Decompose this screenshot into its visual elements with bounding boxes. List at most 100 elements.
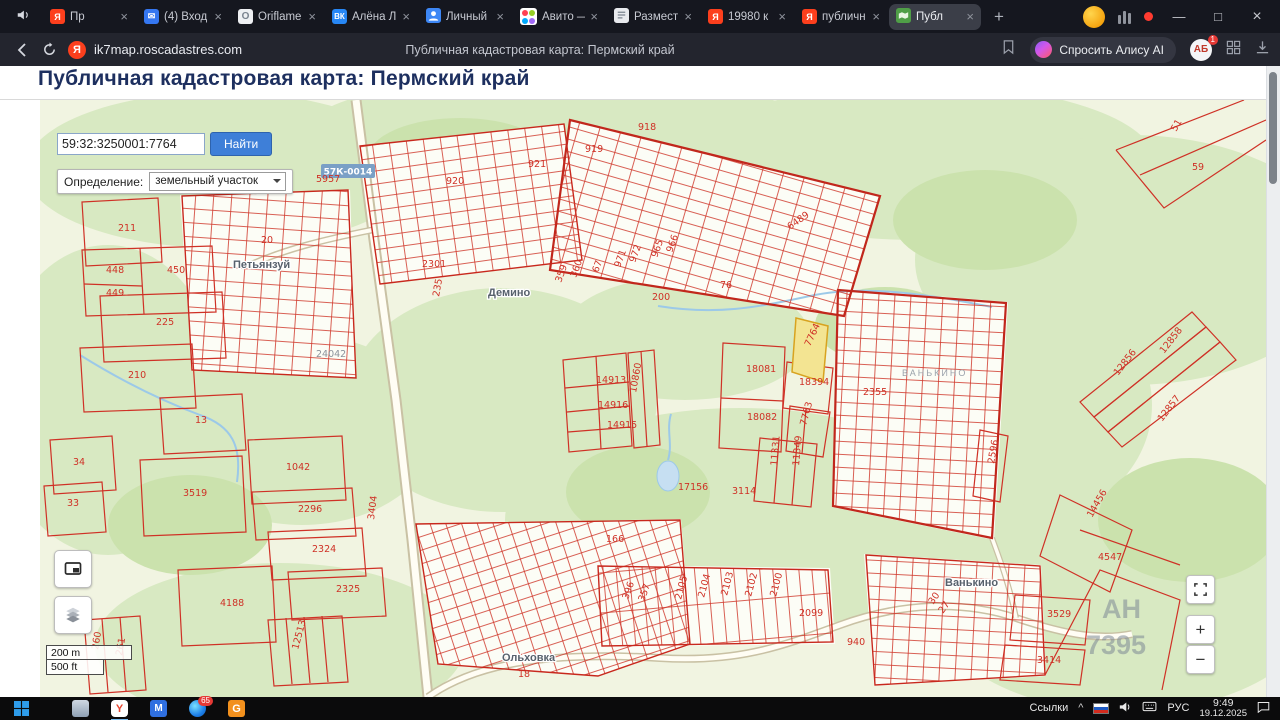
page-title: Публичная кадастровая карта: Пермский кр… (38, 67, 1266, 91)
cadastral-map[interactable]: 57К-0014 9189199219205957230123564893593… (40, 100, 1266, 697)
back-icon[interactable] (10, 37, 36, 63)
tray-date: 19.12.2025 (1199, 709, 1247, 720)
parcel-label: 211 (118, 223, 136, 234)
tab-close-icon[interactable]: × (496, 10, 504, 23)
tray-clock[interactable]: 9:49 19.12.2025 (1199, 697, 1247, 720)
tray-language[interactable]: РУС (1167, 702, 1189, 714)
tab-title: Личный (446, 11, 491, 23)
browser-tab[interactable]: ✉(4) Вход× (137, 4, 229, 30)
start-button[interactable] (6, 701, 36, 716)
zoom-in-button[interactable]: + (1186, 615, 1215, 644)
browser-tab[interactable]: ВКАлёна Л× (325, 4, 417, 30)
definition-label: Определение: (64, 175, 143, 189)
tab-close-icon[interactable]: × (402, 10, 410, 23)
yandex-icon: Я (802, 9, 817, 24)
parcel-label: 14913 (596, 375, 626, 386)
taskbar-apps: Y М 65 G (72, 700, 245, 717)
scrollbar-thumb[interactable] (1269, 72, 1277, 184)
ru-flag-icon[interactable] (1093, 703, 1109, 714)
download-icon[interactable] (1255, 40, 1270, 60)
browser-tab[interactable]: Размест × (607, 4, 699, 30)
parcel-label: 13 (195, 415, 207, 426)
browser-tab[interactable]: Я 19980 к × (701, 4, 793, 30)
bookmark-icon[interactable] (1001, 39, 1016, 60)
page-scrollbar[interactable] (1266, 66, 1280, 697)
parcel-label: 3519 (183, 488, 207, 499)
keyboard-icon[interactable] (1142, 701, 1157, 715)
place-label: ВАНЬКИНО (902, 368, 967, 378)
tray-chevron-icon[interactable]: ^ (1078, 702, 1083, 714)
watermark-text: 7395 (1086, 630, 1146, 660)
tab-close-icon[interactable]: × (966, 10, 974, 23)
find-button[interactable]: Найти (210, 132, 272, 156)
taskbar-app-app-orange[interactable]: G (228, 700, 245, 717)
tab-title: 19980 к (728, 11, 773, 23)
profile-avatar[interactable]: АБ 1 (1190, 39, 1212, 61)
avito-icon (520, 8, 537, 25)
parcel-label: 4188 (220, 598, 244, 609)
tab-close-icon[interactable]: × (590, 10, 598, 23)
fullscreen-button[interactable] (1186, 575, 1215, 604)
map-icon (896, 8, 911, 26)
layers-button[interactable] (54, 596, 92, 634)
refresh-icon[interactable] (36, 37, 62, 63)
yandex-icon: Я (708, 9, 723, 24)
browser-tab[interactable]: Я Пр × (43, 4, 135, 30)
taskbar-app-app-blue[interactable]: М (150, 700, 167, 717)
alice-label: Спросить Алису AI (1059, 43, 1164, 57)
taskbar-app-app-round[interactable]: 65 (189, 700, 206, 717)
tab-title: Авито — (542, 11, 585, 23)
tab-close-icon[interactable]: × (214, 10, 222, 23)
yandex-icon: Я (50, 9, 65, 24)
cadastral-search-input[interactable] (57, 133, 205, 155)
new-tab-button[interactable]: + (986, 4, 1012, 30)
definition-select[interactable]: земельный участок (149, 172, 286, 191)
tab-close-icon[interactable]: × (778, 10, 786, 23)
tab-title: Пр (70, 11, 115, 23)
zoom-out-button[interactable]: − (1186, 645, 1215, 674)
browser-tab[interactable]: Личный × (419, 4, 511, 30)
alice-button[interactable]: Спросить Алису AI (1030, 37, 1176, 63)
parcel-label: 3529 (1047, 609, 1071, 620)
address-bar: Я ik7map.roscadastres.com Публичная када… (0, 33, 1280, 66)
tab-close-icon[interactable]: × (684, 10, 692, 23)
browser-tab[interactable]: Публ × (889, 4, 981, 30)
oriflame-icon: O (238, 9, 253, 24)
browser-tab[interactable]: OOriflame× (231, 4, 323, 30)
parcel-label: 2301 (422, 259, 446, 270)
url-text[interactable]: ik7map.roscadastres.com (94, 42, 242, 57)
tab-title: Размест (634, 11, 679, 23)
parcel-label: 940 (847, 637, 865, 648)
parcel-label: 14916 (598, 400, 628, 411)
profile-initials: АБ (1194, 44, 1208, 55)
tab-title: Публ (916, 11, 961, 23)
parcel-label: 2099 (799, 608, 823, 619)
close-button[interactable]: × (1244, 8, 1270, 26)
volume-icon[interactable] (1119, 701, 1132, 716)
sidebar-panels-icon[interactable] (1118, 10, 1131, 24)
maximize-button[interactable]: □ (1205, 9, 1231, 24)
user-avatar[interactable] (1083, 6, 1105, 28)
tray-links-label[interactable]: Ссылки (1030, 702, 1069, 714)
minimize-button[interactable]: — (1166, 9, 1192, 24)
parcel-label: 918 (638, 122, 656, 133)
taskbar-app-yandex-browser[interactable]: Y (111, 700, 128, 717)
parcel-label: 18081 (746, 364, 776, 375)
browser-tab[interactable] (5, 4, 41, 30)
action-center-icon[interactable] (1257, 701, 1270, 716)
taskbar-app-app-window[interactable] (72, 700, 89, 717)
browser-tab[interactable]: Япубличн× (795, 4, 887, 30)
overview-map-button[interactable] (54, 550, 92, 588)
place-label: Петьянзуй (233, 259, 290, 271)
collections-icon[interactable] (1226, 40, 1241, 60)
parcel-label: 200 (652, 292, 670, 303)
tab-close-icon[interactable]: × (872, 10, 880, 23)
browser-tab[interactable]: Авито — × (513, 4, 605, 30)
tab-title: (4) Вход (164, 11, 209, 23)
tab-close-icon[interactable]: × (308, 10, 316, 23)
parcel-label: 34 (73, 457, 85, 468)
tab-close-icon[interactable]: × (120, 10, 128, 23)
page-header: Публичная кадастровая карта: Пермский кр… (0, 66, 1266, 100)
browser-window: ЯПр×✉(4) Вход×OOriflame×ВКАлёна Л×Личный… (0, 0, 1280, 720)
profile-badge: 1 (1208, 35, 1218, 45)
